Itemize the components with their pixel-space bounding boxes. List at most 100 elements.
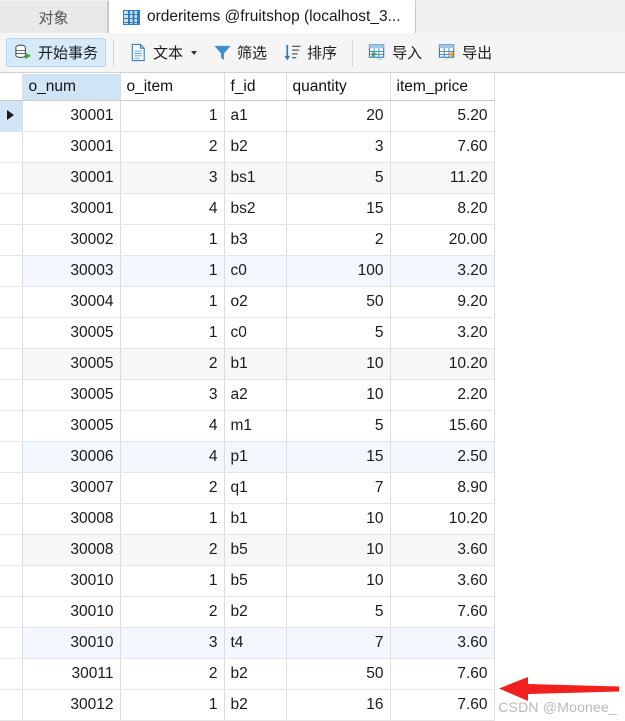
cell-quantity[interactable]: 5 bbox=[286, 596, 391, 628]
cell-o-item[interactable]: 2 bbox=[120, 131, 225, 163]
cell-quantity[interactable]: 20 bbox=[286, 100, 391, 132]
cell-f-id[interactable]: b2 bbox=[224, 689, 287, 721]
cell-o-num[interactable]: 30008 bbox=[22, 503, 121, 535]
row-indicator-cell[interactable] bbox=[0, 255, 23, 287]
table-row[interactable]: 30004 1 o2 50 9.20 bbox=[0, 286, 495, 318]
cell-f-id[interactable]: c0 bbox=[224, 255, 287, 287]
cell-item-price[interactable]: 3.20 bbox=[390, 255, 495, 287]
cell-item-price[interactable]: 3.60 bbox=[390, 534, 495, 566]
cell-o-item[interactable]: 2 bbox=[120, 472, 225, 504]
cell-o-num[interactable]: 30005 bbox=[22, 379, 121, 411]
cell-o-num[interactable]: 30001 bbox=[22, 131, 121, 163]
cell-o-num[interactable]: 30001 bbox=[22, 162, 121, 194]
cell-o-num[interactable]: 30012 bbox=[22, 689, 121, 721]
cell-f-id[interactable]: b1 bbox=[224, 503, 287, 535]
cell-o-item[interactable]: 3 bbox=[120, 162, 225, 194]
cell-o-item[interactable]: 1 bbox=[120, 286, 225, 318]
cell-item-price[interactable]: 20.00 bbox=[390, 224, 495, 256]
cell-f-id[interactable]: t4 bbox=[224, 627, 287, 659]
table-row[interactable]: 30005 3 a2 10 2.20 bbox=[0, 379, 495, 411]
cell-o-num[interactable]: 30005 bbox=[22, 348, 121, 380]
cell-item-price[interactable]: 2.50 bbox=[390, 441, 495, 473]
column-header-o-num[interactable]: o_num bbox=[22, 73, 121, 101]
cell-o-item[interactable]: 1 bbox=[120, 255, 225, 287]
cell-item-price[interactable]: 7.60 bbox=[390, 131, 495, 163]
data-grid-container[interactable]: o_num o_item f_id quantity item_price 30… bbox=[0, 73, 625, 721]
cell-quantity[interactable]: 10 bbox=[286, 348, 391, 380]
cell-o-num[interactable]: 30008 bbox=[22, 534, 121, 566]
table-row[interactable]: 30001 3 bs1 5 11.20 bbox=[0, 162, 495, 194]
cell-o-item[interactable]: 3 bbox=[120, 379, 225, 411]
cell-o-num[interactable]: 30010 bbox=[22, 565, 121, 597]
cell-o-item[interactable]: 1 bbox=[120, 224, 225, 256]
cell-item-price[interactable]: 8.20 bbox=[390, 193, 495, 225]
cell-item-price[interactable]: 3.60 bbox=[390, 565, 495, 597]
cell-o-item[interactable]: 2 bbox=[120, 534, 225, 566]
cell-item-price[interactable]: 10.20 bbox=[390, 348, 495, 380]
row-indicator-cell[interactable] bbox=[0, 565, 23, 597]
column-header-quantity[interactable]: quantity bbox=[286, 73, 391, 101]
cell-quantity[interactable]: 10 bbox=[286, 503, 391, 535]
cell-o-num[interactable]: 30001 bbox=[22, 193, 121, 225]
text-button[interactable]: 文本 bbox=[121, 38, 205, 67]
cell-o-num[interactable]: 30004 bbox=[22, 286, 121, 318]
row-indicator-cell[interactable] bbox=[0, 441, 23, 473]
cell-o-num[interactable]: 30002 bbox=[22, 224, 121, 256]
row-indicator-cell[interactable] bbox=[0, 689, 23, 721]
row-indicator-cell[interactable] bbox=[0, 410, 23, 442]
cell-quantity[interactable]: 5 bbox=[286, 410, 391, 442]
column-header-o-item[interactable]: o_item bbox=[120, 73, 225, 101]
cell-o-item[interactable]: 3 bbox=[120, 627, 225, 659]
cell-f-id[interactable]: b2 bbox=[224, 131, 287, 163]
row-indicator-cell[interactable] bbox=[0, 193, 23, 225]
cell-quantity[interactable]: 16 bbox=[286, 689, 391, 721]
table-row[interactable]: 30010 1 b5 10 3.60 bbox=[0, 565, 495, 597]
cell-quantity[interactable]: 2 bbox=[286, 224, 391, 256]
cell-f-id[interactable]: bs2 bbox=[224, 193, 287, 225]
table-row[interactable]: 30005 2 b1 10 10.20 bbox=[0, 348, 495, 380]
cell-o-item[interactable]: 2 bbox=[120, 348, 225, 380]
row-indicator-cell[interactable] bbox=[0, 162, 23, 194]
table-row[interactable]: 30005 4 m1 5 15.60 bbox=[0, 410, 495, 442]
cell-item-price[interactable]: 7.60 bbox=[390, 658, 495, 690]
cell-o-num[interactable]: 30011 bbox=[22, 658, 121, 690]
cell-quantity[interactable]: 7 bbox=[286, 627, 391, 659]
row-indicator-cell[interactable] bbox=[0, 317, 23, 349]
row-indicator-cell[interactable] bbox=[0, 224, 23, 256]
chevron-down-icon[interactable] bbox=[191, 50, 198, 55]
table-row[interactable]: 30008 2 b5 10 3.60 bbox=[0, 534, 495, 566]
column-header-item-price[interactable]: item_price bbox=[390, 73, 495, 101]
cell-quantity[interactable]: 15 bbox=[286, 441, 391, 473]
cell-f-id[interactable]: b3 bbox=[224, 224, 287, 256]
row-indicator-cell[interactable] bbox=[0, 534, 23, 566]
cell-item-price[interactable]: 3.60 bbox=[390, 627, 495, 659]
cell-item-price[interactable]: 8.90 bbox=[390, 472, 495, 504]
table-row[interactable]: 30007 2 q1 7 8.90 bbox=[0, 472, 495, 504]
cell-item-price[interactable]: 5.20 bbox=[390, 100, 495, 132]
tab-orderitems[interactable]: orderitems @fruitshop (localhost_3... bbox=[108, 0, 416, 33]
table-row[interactable]: 30006 4 p1 15 2.50 bbox=[0, 441, 495, 473]
cell-o-num[interactable]: 30006 bbox=[22, 441, 121, 473]
table-row[interactable]: 30001 2 b2 3 7.60 bbox=[0, 131, 495, 163]
table-row[interactable]: 30010 2 b2 5 7.60 bbox=[0, 596, 495, 628]
cell-o-item[interactable]: 4 bbox=[120, 441, 225, 473]
cell-f-id[interactable]: a2 bbox=[224, 379, 287, 411]
row-indicator-cell[interactable] bbox=[0, 100, 23, 132]
import-button[interactable]: 导入 bbox=[360, 38, 430, 67]
cell-item-price[interactable]: 2.20 bbox=[390, 379, 495, 411]
cell-o-item[interactable]: 1 bbox=[120, 503, 225, 535]
cell-item-price[interactable]: 15.60 bbox=[390, 410, 495, 442]
table-row[interactable]: 30001 1 a1 20 5.20 bbox=[0, 100, 495, 132]
cell-o-num[interactable]: 30001 bbox=[22, 100, 121, 132]
table-row[interactable]: 30003 1 c0 100 3.20 bbox=[0, 255, 495, 287]
cell-quantity[interactable]: 10 bbox=[286, 565, 391, 597]
row-indicator-cell[interactable] bbox=[0, 131, 23, 163]
cell-quantity[interactable]: 10 bbox=[286, 379, 391, 411]
table-row[interactable]: 30011 2 b2 50 7.60 bbox=[0, 658, 495, 690]
column-header-f-id[interactable]: f_id bbox=[224, 73, 287, 101]
cell-o-item[interactable]: 1 bbox=[120, 100, 225, 132]
cell-f-id[interactable]: p1 bbox=[224, 441, 287, 473]
cell-f-id[interactable]: bs1 bbox=[224, 162, 287, 194]
cell-quantity[interactable]: 5 bbox=[286, 162, 391, 194]
cell-f-id[interactable]: o2 bbox=[224, 286, 287, 318]
